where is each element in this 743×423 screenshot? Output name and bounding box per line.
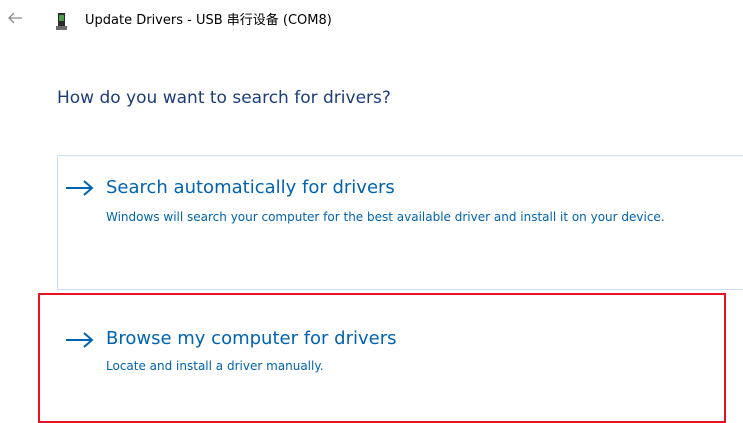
usb-device-icon xyxy=(56,13,67,30)
browse-computer-link[interactable]: Browse my computer for drivers xyxy=(106,328,397,350)
arrow-right-icon xyxy=(66,332,94,348)
back-arrow-icon[interactable] xyxy=(6,9,24,27)
search-automatically-description: Windows will search your computer for th… xyxy=(106,210,665,224)
page-heading: How do you want to search for drivers? xyxy=(57,88,391,108)
window-title: Update Drivers - USB 串行设备 (COM8) xyxy=(85,13,332,28)
browse-computer-description: Locate and install a driver manually. xyxy=(106,359,324,373)
arrow-right-icon xyxy=(66,180,94,196)
search-automatically-link[interactable]: Search automatically for drivers xyxy=(106,177,395,199)
